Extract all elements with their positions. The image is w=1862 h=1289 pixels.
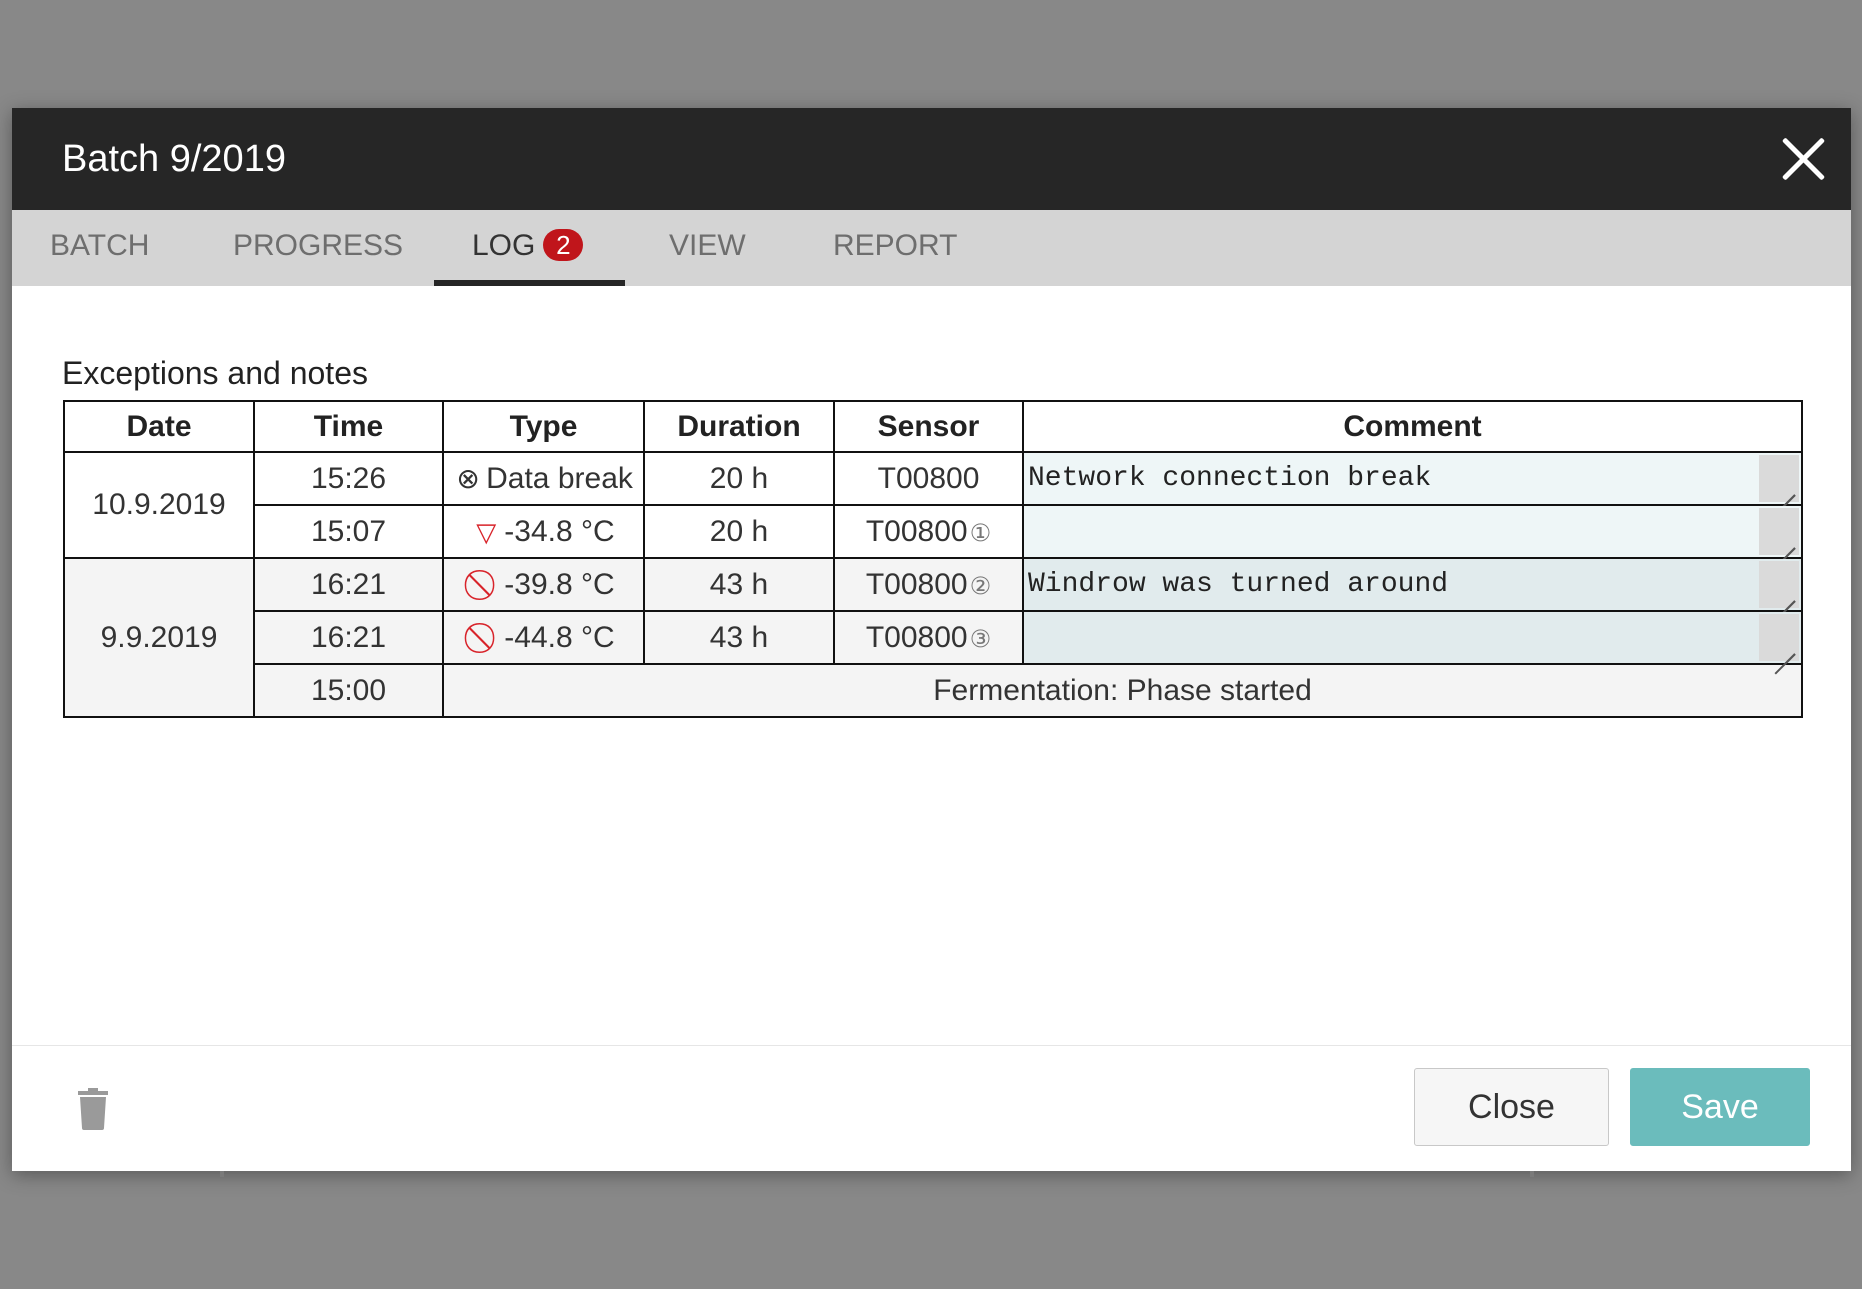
duration-cell: 43 h bbox=[643, 610, 835, 665]
sensor-id: T00800 bbox=[865, 514, 968, 548]
duration-cell: 20 h bbox=[643, 504, 835, 559]
comment-field[interactable] bbox=[1024, 559, 1801, 610]
comment-field[interactable] bbox=[1024, 506, 1801, 557]
background-edge bbox=[1530, 1171, 1534, 1177]
resize-handle-icon[interactable] bbox=[1759, 455, 1799, 502]
type-cell: ⃠-39.8 °C bbox=[442, 557, 645, 612]
resize-handle-icon[interactable] bbox=[1759, 561, 1799, 608]
active-tab-indicator bbox=[434, 280, 625, 286]
comment-field[interactable] bbox=[1024, 453, 1801, 504]
sensor-cell: T00800① bbox=[833, 504, 1024, 559]
duration-cell: 43 h bbox=[643, 557, 835, 612]
sensor-id: T00800 bbox=[865, 620, 968, 654]
sensor-cell: T00800③ bbox=[833, 610, 1024, 665]
prohibited-icon: ⃠ bbox=[472, 621, 500, 655]
date-cell: 9.9.2019 bbox=[63, 557, 255, 718]
tab-batch[interactable]: BATCH bbox=[50, 210, 149, 286]
column-header-type: Type bbox=[442, 400, 645, 453]
save-button[interactable]: Save bbox=[1630, 1068, 1810, 1146]
close-icon[interactable] bbox=[1777, 133, 1829, 185]
resize-handle-icon[interactable] bbox=[1759, 614, 1799, 661]
section-title: Exceptions and notes bbox=[62, 355, 368, 391]
close-button[interactable]: Close bbox=[1414, 1068, 1609, 1146]
dialog-header: Batch 9/2019 bbox=[12, 108, 1851, 210]
data-break-icon: ⊗ bbox=[456, 462, 480, 494]
sensor-index: ② bbox=[969, 572, 992, 600]
sensor-index: ① bbox=[969, 519, 992, 547]
comment-cell bbox=[1022, 557, 1803, 612]
type-label: -34.8 °C bbox=[504, 514, 615, 548]
table-row: 10.9.2019 15:26 ⊗ Data break 20 h T00800 bbox=[63, 451, 1803, 559]
table-row: 9.9.2019 16:21 ⃠-39.8 °C 43 h T00800② bbox=[63, 557, 1803, 718]
table-row: 16:21 ⃠-44.8 °C 43 h T00800③ bbox=[64, 610, 1803, 665]
resize-handle-icon[interactable] bbox=[1759, 508, 1799, 555]
column-header-time: Time bbox=[253, 400, 444, 453]
tab-log-label: LOG bbox=[472, 229, 536, 262]
comment-field[interactable] bbox=[1024, 612, 1801, 663]
type-label: -44.8 °C bbox=[504, 620, 615, 654]
table-header-row: Date Time Type Duration Sensor Comment bbox=[63, 400, 1803, 453]
type-label: Data break bbox=[486, 461, 633, 495]
type-cell: ⊗ Data break bbox=[442, 451, 645, 506]
time-cell: 16:21 bbox=[253, 610, 444, 665]
type-cell: ⃠-44.8 °C bbox=[442, 610, 645, 665]
type-label: -39.8 °C bbox=[504, 567, 615, 601]
time-cell: 15:07 bbox=[253, 504, 444, 559]
table-row: 15:07 ▽ -34.8 °C 20 h T00800① bbox=[64, 504, 1803, 559]
time-cell: 16:21 bbox=[253, 557, 444, 612]
background-edge bbox=[220, 1171, 224, 1177]
log-count-badge: 2 bbox=[543, 229, 584, 262]
trash-icon[interactable] bbox=[78, 1088, 108, 1130]
duration-cell: 20 h bbox=[643, 451, 835, 506]
table-row: 15:00 Fermentation: Phase started bbox=[64, 663, 1803, 718]
sensor-cell: T00800② bbox=[833, 557, 1024, 612]
footer-divider bbox=[12, 1045, 1851, 1046]
note-cell[interactable]: Fermentation: Phase started bbox=[442, 663, 1803, 718]
tab-log[interactable]: LOG 2 bbox=[472, 210, 584, 286]
time-cell: 15:26 bbox=[253, 451, 444, 506]
tab-view[interactable]: VIEW bbox=[669, 210, 746, 286]
batch-dialog: Batch 9/2019 BATCH PROGRESS LOG 2 VIEW RE… bbox=[12, 108, 1851, 1171]
dialog-title: Batch 9/2019 bbox=[62, 138, 286, 180]
tab-report[interactable]: REPORT bbox=[833, 210, 957, 286]
column-header-date: Date bbox=[63, 400, 255, 453]
time-cell: 15:00 bbox=[253, 663, 444, 718]
tab-progress[interactable]: PROGRESS bbox=[233, 210, 403, 286]
prohibited-icon: ⃠ bbox=[472, 568, 500, 602]
low-limit-triangle-icon: ▽ bbox=[476, 516, 497, 547]
column-header-comment: Comment bbox=[1022, 400, 1803, 453]
sensor-id: T00800 bbox=[865, 567, 968, 601]
sensor-id: T00800 bbox=[877, 461, 980, 495]
sensor-cell: T00800 bbox=[833, 451, 1024, 506]
exceptions-table: Date Time Type Duration Sensor Comment 1… bbox=[63, 400, 1803, 718]
sensor-index: ③ bbox=[969, 625, 992, 653]
type-cell: ▽ -34.8 °C bbox=[442, 504, 645, 559]
comment-cell bbox=[1022, 504, 1803, 559]
comment-cell bbox=[1022, 610, 1803, 665]
column-header-sensor: Sensor bbox=[833, 400, 1024, 453]
comment-cell bbox=[1022, 451, 1803, 506]
column-header-duration: Duration bbox=[643, 400, 835, 453]
tab-bar: BATCH PROGRESS LOG 2 VIEW REPORT bbox=[12, 210, 1851, 286]
date-cell: 10.9.2019 bbox=[63, 451, 255, 559]
